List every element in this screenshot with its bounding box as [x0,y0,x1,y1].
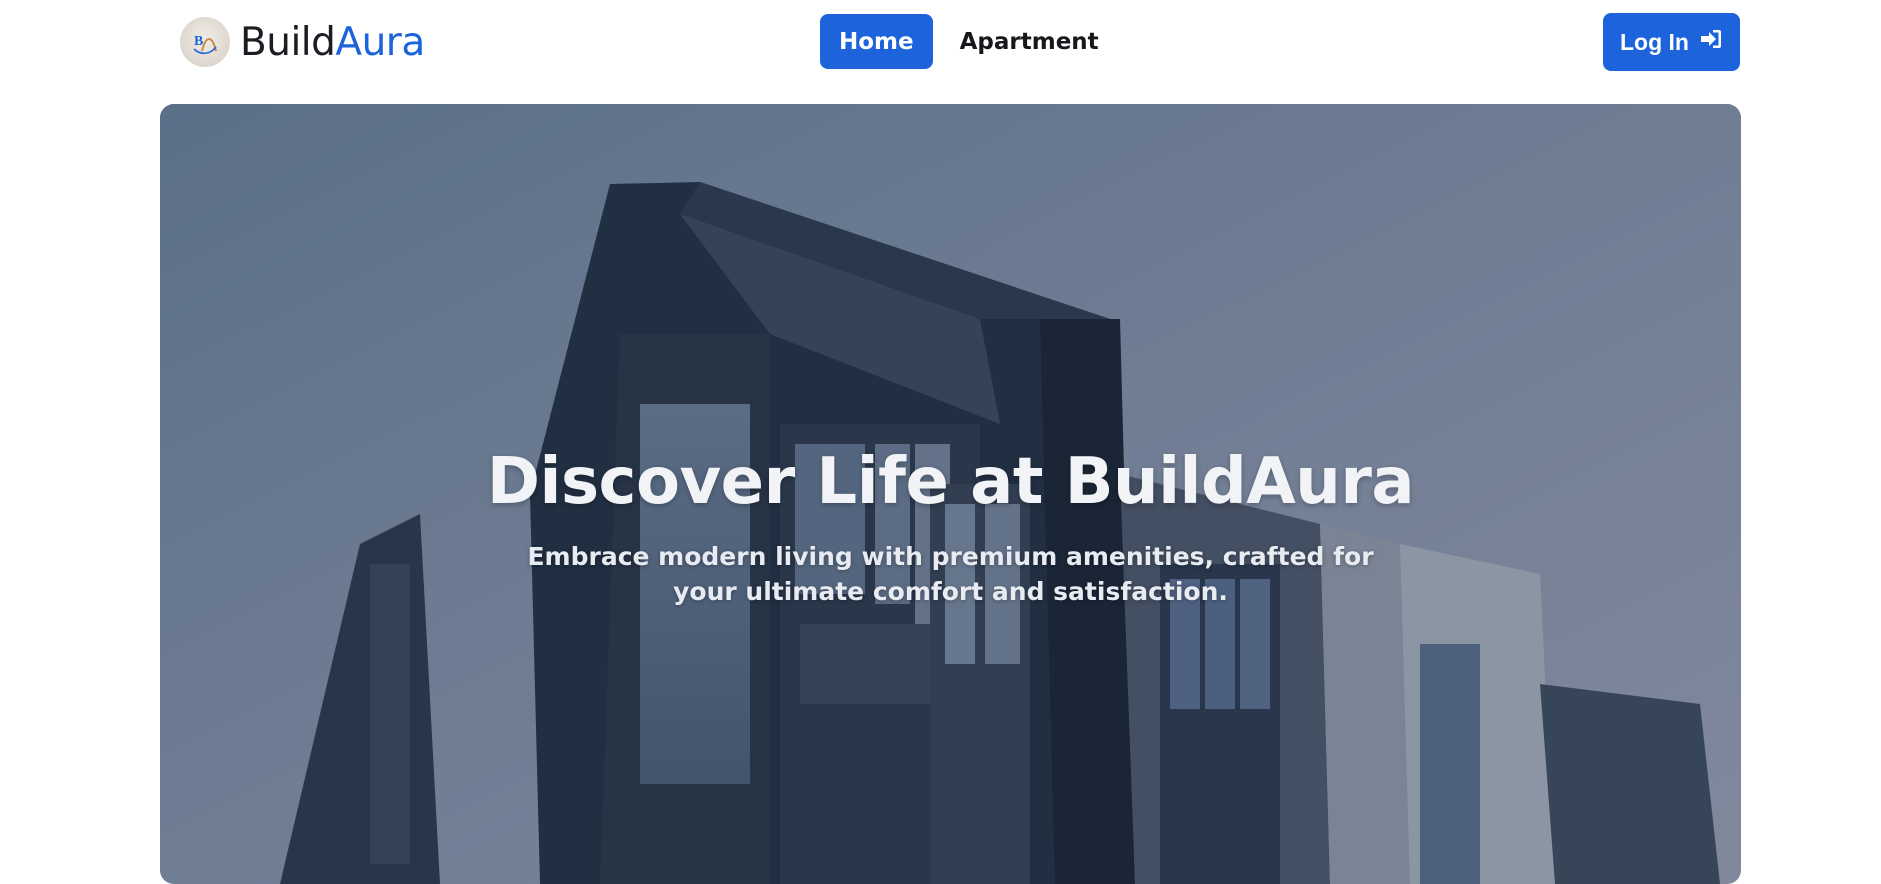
login-button[interactable]: Log In [1603,13,1740,71]
svg-text:B: B [194,34,203,49]
sign-in-icon [1699,27,1723,57]
hero-section: Discover Life at BuildAura Embrace moder… [160,104,1741,884]
hero-title: Discover Life at BuildAura [486,445,1415,519]
nav-apartment-link[interactable]: Apartment [941,14,1118,69]
hero-content: Discover Life at BuildAura Embrace moder… [160,444,1741,609]
brand-name: Build Aura [240,23,425,62]
buildaura-logo-icon: B [180,17,230,67]
navbar: B Build Aura Home Apartment Log In [0,0,1881,84]
hero-subtitle: Embrace modern living with premium ameni… [527,541,1374,606]
main-nav: Home Apartment [820,14,1118,69]
brand-link[interactable]: B Build Aura [180,16,425,68]
brand-name-part1: Build [240,19,336,65]
login-button-label: Log In [1620,28,1689,55]
nav-home-link[interactable]: Home [820,14,933,69]
brand-name-part2: Aura [335,19,425,65]
